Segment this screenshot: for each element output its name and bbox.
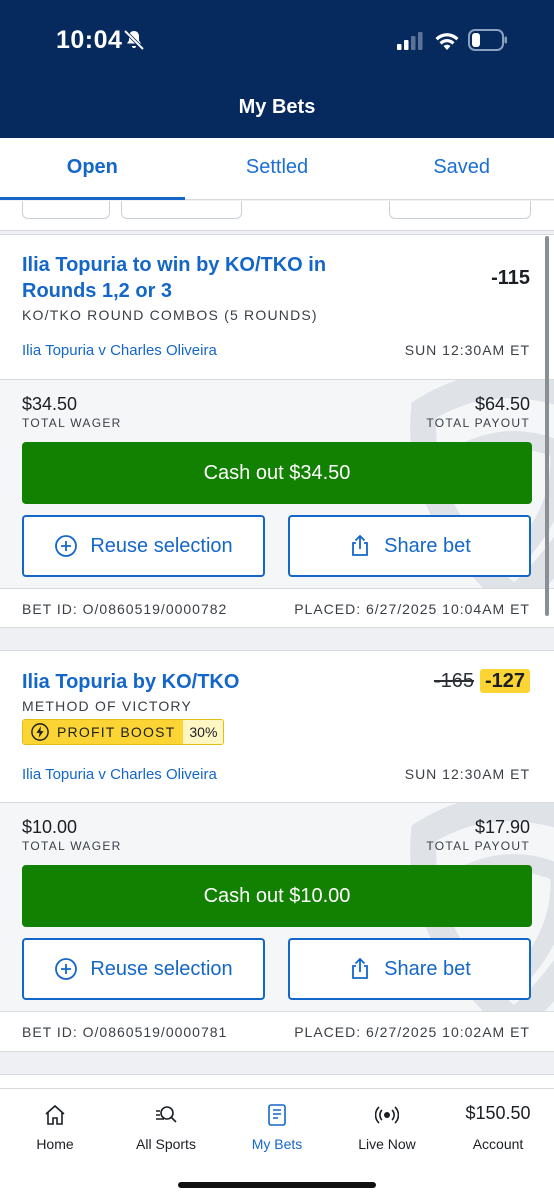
tab-open[interactable]: Open [0, 138, 185, 200]
wager-section: $10.00 TOTAL WAGER $17.90 TOTAL PAYOUT C… [0, 802, 554, 1012]
battery-icon [468, 29, 507, 51]
home-icon [45, 1104, 65, 1125]
home-indicator[interactable] [178, 1182, 376, 1188]
share-bet-button[interactable]: Share bet [288, 515, 531, 577]
total-wager-value: $10.00 [22, 817, 78, 837]
share-icon [352, 534, 369, 556]
reuse-selection-button[interactable]: Reuse selection [22, 938, 265, 1000]
bet-id: BET ID: O/0860519/0000782 [22, 601, 228, 617]
lightning-icon [31, 723, 49, 741]
placed-time: PLACED: 6/27/2025 10:02AM ET [294, 1024, 530, 1040]
selection-title[interactable]: Ilia Topuria by KO/TKO [22, 669, 239, 695]
status-bar: 10:04 [0, 0, 554, 80]
profit-boost-badge: PROFIT BOOST 30% [22, 719, 225, 745]
nav-home[interactable]: Home [0, 1089, 110, 1169]
nav-all-sports[interactable]: All Sports [111, 1089, 221, 1169]
event-link[interactable]: Ilia Topuria v Charles Oliveira [22, 342, 217, 359]
bet-card: Ilia Topuria by KO/TKO -165 -127 METHOD O… [0, 650, 554, 1052]
bet-card: Ilia Topuria to win by KO/TKO in Rounds … [0, 234, 554, 628]
page-title: My Bets [238, 96, 316, 118]
nav-all-sports-label: All Sports [136, 1136, 196, 1152]
event-link[interactable]: Ilia Topuria v Charles Oliveira [22, 766, 217, 783]
bet-id: BET ID: O/0860519/0000781 [22, 1024, 228, 1040]
odds: -165 -127 [433, 669, 530, 693]
total-payout-label: TOTAL PAYOUT [426, 839, 530, 853]
plus-circle-icon [55, 535, 78, 557]
share-bet-label: Share bet [384, 534, 471, 557]
total-payout-value: $17.90 [474, 817, 530, 837]
wifi-icon [435, 33, 459, 50]
scrollbar[interactable] [545, 236, 549, 616]
filter-chip[interactable] [389, 201, 531, 219]
betslip-icon [268, 1104, 286, 1126]
bets-tabs: Open Settled Saved [0, 138, 554, 200]
market-name: KO/TKO ROUND COMBOS (5 ROUNDS) [22, 307, 318, 323]
reuse-selection-label: Reuse selection [90, 534, 233, 557]
total-wager-label: TOTAL WAGER [22, 416, 122, 430]
share-icon [352, 957, 369, 979]
market-name: METHOD OF VICTORY [22, 698, 193, 714]
total-payout-value: $64.50 [474, 394, 530, 414]
selection-title[interactable]: Ilia Topuria to win by KO/TKO in Rounds … [22, 252, 382, 304]
profit-boost-percent: 30% [183, 720, 224, 744]
share-bet-button[interactable]: Share bet [288, 938, 531, 1000]
wager-section: $34.50 TOTAL WAGER $64.50 TOTAL PAYOUT C… [0, 379, 554, 589]
nav-live-now-label: Live Now [358, 1136, 416, 1152]
cash-out-button[interactable]: Cash out $34.50 [22, 442, 532, 504]
boosted-odds: -127 [479, 669, 530, 693]
account-balance: $150.50 [465, 1103, 531, 1123]
nav-my-bets[interactable]: My Bets [222, 1089, 332, 1169]
profit-boost-label: PROFIT BOOST [57, 724, 176, 740]
live-icon [375, 1106, 399, 1124]
cellular-signal-icon [397, 32, 423, 50]
filter-chip-row [0, 201, 554, 231]
bet-footer: BET ID: O/0860519/0000782 PLACED: 6/27/2… [0, 590, 554, 627]
bell-muted-icon [123, 29, 145, 51]
nav-account[interactable]: $150.50 Account [443, 1089, 553, 1169]
tab-settled[interactable]: Settled [185, 138, 370, 199]
plus-circle-icon [55, 958, 78, 980]
reuse-selection-button[interactable]: Reuse selection [22, 515, 265, 577]
reuse-selection-label: Reuse selection [90, 957, 233, 980]
event-time: SUN 12:30AM ET [404, 342, 530, 358]
share-bet-label: Share bet [384, 957, 471, 980]
nav-my-bets-label: My Bets [251, 1136, 303, 1152]
nav-home-label: Home [36, 1136, 74, 1152]
total-wager-value: $34.50 [22, 394, 78, 414]
nav-live-now[interactable]: Live Now [332, 1089, 442, 1169]
status-time: 10:04 [56, 26, 123, 54]
filter-chip[interactable] [22, 201, 110, 219]
bet-footer: BET ID: O/0860519/0000781 PLACED: 6/27/2… [0, 1013, 554, 1051]
placed-time: PLACED: 6/27/2025 10:04AM ET [294, 601, 530, 617]
odds: -115 [491, 267, 530, 289]
cash-out-button[interactable]: Cash out $10.00 [22, 865, 532, 927]
app-header: 10:04 My Bets [0, 0, 554, 138]
total-wager-label: TOTAL WAGER [22, 839, 122, 853]
filter-chip[interactable] [121, 201, 242, 219]
event-time: SUN 12:30AM ET [404, 766, 530, 782]
tab-saved[interactable]: Saved [369, 138, 554, 199]
search-icon [156, 1106, 177, 1123]
original-odds: -165 [433, 670, 474, 692]
total-payout-label: TOTAL PAYOUT [426, 416, 530, 430]
nav-account-label: Account [472, 1136, 524, 1152]
